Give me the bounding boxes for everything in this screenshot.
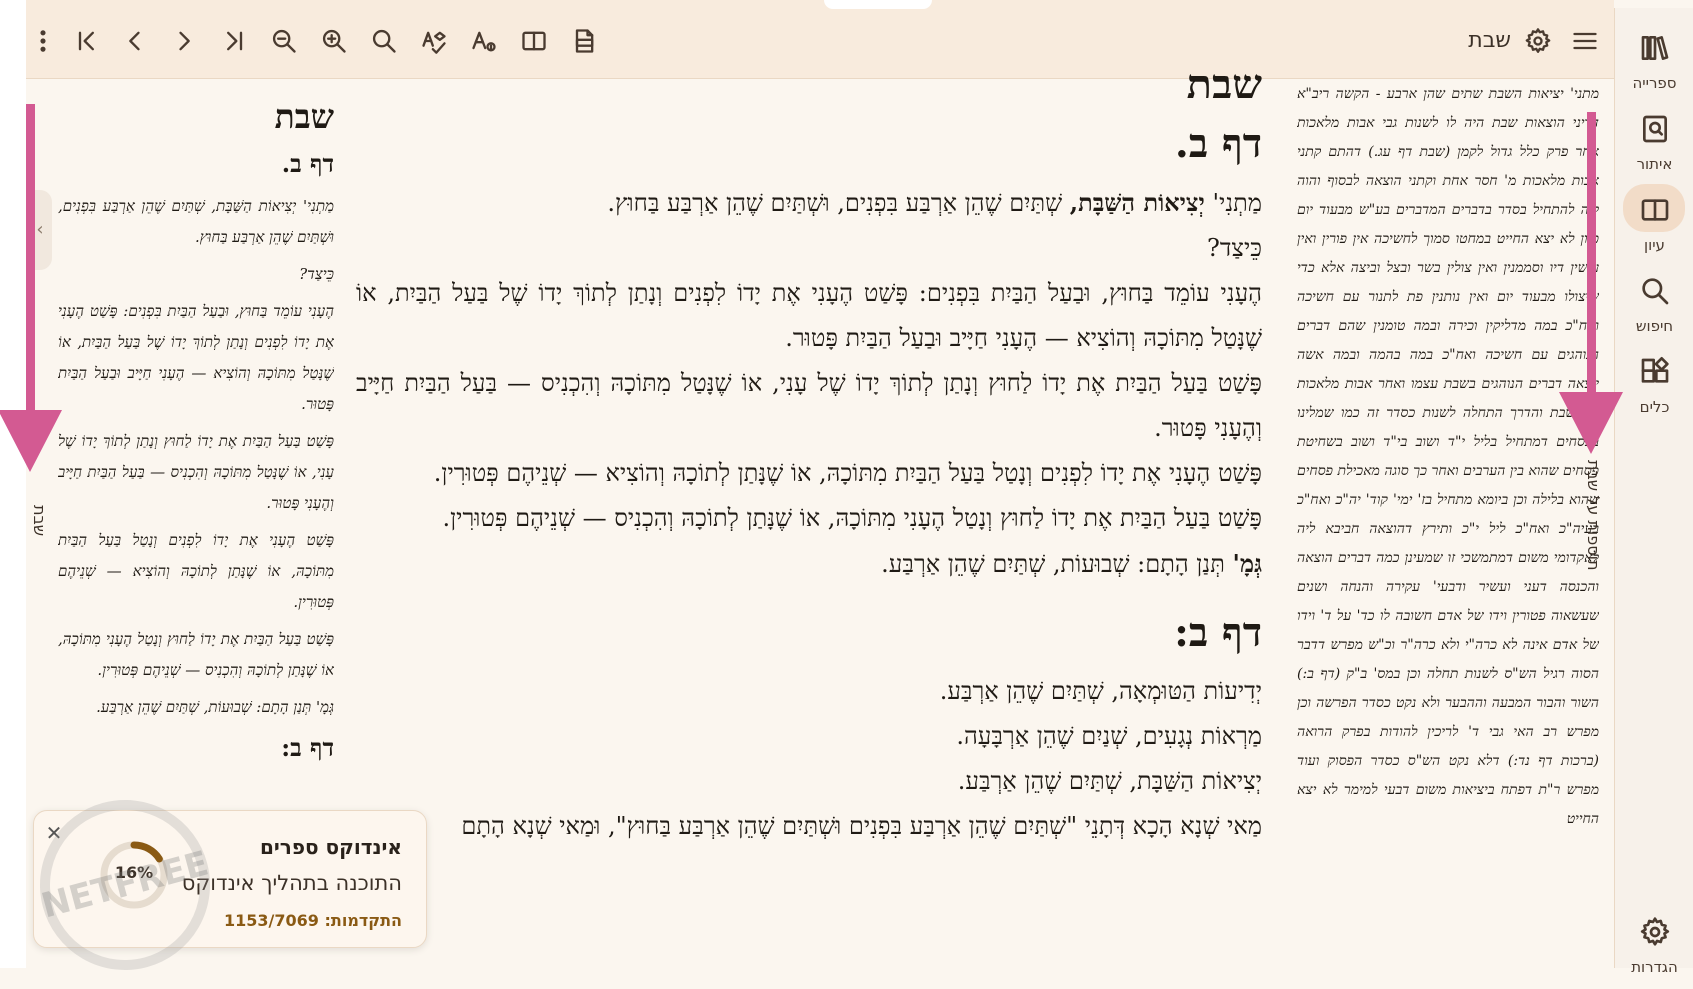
next-button[interactable] [167,24,201,58]
mishnah-prefix: מַתְנִי' [1212,189,1262,217]
zoom-in-button[interactable] [317,24,351,58]
right-commentary-pane: מתני' יציאות השבת שתים שהן ארבע - הקשה ר… [1297,80,1599,968]
pdf-button[interactable] [567,24,601,58]
daf-heading: דף ב. [1174,120,1262,167]
gemara-rest: תְּנַן הָתָם: שְׁבוּעוֹת, שְׁתַּיִם שֶׁה… [881,550,1225,578]
library-icon [1639,32,1671,64]
pink-arrow-right [1587,112,1596,402]
commentary-paragraph: כֵּיצַד? [299,265,334,283]
commentary-paragraph: פָּשַׁט בַּעַל הַבַּיִת אֶת יָדוֹ לַחוּץ… [58,432,334,512]
left-commentary-title: שבת [274,97,334,136]
commentary-paragraph: פָּשַׁט הֶעָנִי אֶת יָדוֹ לִפְנִים וְנָט… [58,531,334,611]
gemara-paragraph: גְּמָ' תְּנַן הָתָם: שְׁבוּעוֹת, שְׁתַּי… [356,541,1262,587]
tools-icon [1639,356,1671,388]
font-icon [472,31,496,52]
search-button[interactable] [367,24,401,58]
mishnah-paragraph: מַתְנִי' יְצִיאוֹת הַשַּׁבָּת, שְׁתַּיִם… [356,180,1262,226]
nav-locate[interactable]: איתור [1615,109,1693,181]
text-paragraph: פָּשַׁט בַּעַל הַבַּיִת אֶת יָדוֹ לַחוּץ… [442,504,1262,532]
locate-icon [1639,113,1671,145]
more-vertical-icon [40,30,46,52]
daf-heading: דף ב. [281,149,334,178]
text-paragraph: יְדִיעוֹת הַטּוּמְאָה, שְׁתַּיִם שֶׁהֵן … [939,677,1262,705]
nav-search-label: חיפוש [1635,317,1674,335]
last-page-button[interactable] [217,24,251,58]
text-paragraph: הֶעָנִי עוֹמֵד בַּחוּץ, וּבַעַל הַבַּיִת… [356,279,1262,352]
text-paragraph: כֵּיצַד? [1206,234,1262,262]
columns-button[interactable] [517,24,551,58]
nav-tools[interactable]: כלים [1615,352,1693,424]
settings-button[interactable] [1521,24,1555,58]
gemara-bold: גְּמָ' [1232,549,1263,578]
nav-settings[interactable]: הגדרות [1615,912,1693,984]
drag-notch[interactable] [824,0,932,9]
main-text-pane: שבת דף ב. מַתְנִי' יְצִיאוֹת הַשַּׁבָּת,… [356,60,1262,968]
toast-message: התוכנה בתהליך אינדוקס [181,871,402,895]
nav-library[interactable]: ספרייה [1615,28,1693,100]
nav-tools-label: כלים [1639,398,1670,416]
left-edge [0,0,26,968]
daf-heading: דף ב: [1174,609,1262,656]
book-columns-icon [522,31,546,51]
pink-arrow-left-head [0,410,62,472]
toast-title: אינדוקס ספרים [259,835,402,859]
nav-reading-label: עיון [1644,236,1665,254]
left-pane-label: שבת [30,505,49,537]
mishnah-rest: שְׁתַּיִם שֶׁהֵן אַרְבַּע בִּפְנִים, וּש… [607,189,1063,217]
chevron-right-icon [179,31,190,51]
close-icon[interactable]: ✕ [42,821,66,845]
commentary-paragraph: הֶעָנִי עוֹמֵד בַּחוּץ, וּבַעַל הַבַּיִת… [58,302,334,413]
more-menu-button[interactable] [26,24,60,58]
main-book-title: שבת [1186,60,1262,98]
spell-check-button[interactable] [417,24,451,58]
nav-library-label: ספרייה [1632,74,1677,92]
commentary-paragraph: פָּשַׁט בַּעַל הַבַּיִת אֶת יָדוֹ לַחוּץ… [58,630,334,679]
app-window: שבת ספרייה איתור עיון חיפוש כלים הגדרות … [0,0,1693,989]
gear-icon [1639,916,1671,948]
first-page-button[interactable] [70,24,104,58]
reading-icon [1639,194,1671,226]
pink-arrow-right-head [1559,392,1623,454]
spell-check-icon [422,31,446,54]
nav-settings-label: הגדרות [1631,958,1678,976]
mishnah-bold: יְצִיאוֹת הַשַּׁבָּת, [1069,188,1205,217]
zoom-in-icon [322,29,346,53]
commentary-text: מתני' יציאות השבת שתים שהן ארבע - הקשה ר… [1297,86,1599,827]
nav-reading[interactable]: עיון [1615,184,1693,262]
text-paragraph: יְצִיאוֹת הַשַּׁבָּת, שְׁתַּיִם שֶׁהֵן א… [957,767,1262,795]
first-page-icon [78,31,95,51]
book-title: שבת [1468,28,1511,53]
previous-button[interactable] [118,24,152,58]
commentary-paragraph: מַתְנִי' יְצִיאוֹת הַשַּׁבָּת, שְׁתַּיִם… [58,197,334,246]
pdf-icon [575,29,594,53]
text-paragraph: פָּשַׁט הֶעָנִי אֶת יָדוֹ לִפְנִים וְנָט… [433,459,1262,487]
nav-locate-label: איתור [1636,155,1673,173]
pink-arrow-left [26,104,35,424]
gear-icon [1525,28,1551,53]
text-paragraph: מַרְאוֹת נְגָעִים, שְׁנַיִם שֶׁהֵן אַרְב… [956,722,1262,750]
side-navigation: ספרייה איתור עיון חיפוש כלים הגדרות [1614,8,1693,976]
search-icon [1639,275,1671,307]
search-icon [372,29,396,53]
commentary-paragraph: גְּמָ' תְּנַן הָתָם: שְׁבוּעוֹת, שְׁתַּי… [96,698,334,716]
toast-progress: התקדמות: 1153/7069 [224,911,402,930]
zoom-out-icon [272,29,296,53]
last-page-icon [227,31,243,51]
chevron-left-icon [129,31,140,51]
hamburger-menu-icon [1573,32,1597,50]
indexing-toast: ✕ 16% אינדוקס ספרים התוכנה בתהליך אינדוק… [33,810,427,948]
text-paragraph: פָּשַׁט בַּעַל הַבַּיִת אֶת יָדוֹ לַחוּץ… [356,369,1262,442]
text-paragraph: מַאי שְׁנָא הָכָא דְּתָנֵי "שְׁתַּיִם שֶ… [461,812,1262,840]
daf-heading: דף ב: [281,733,334,762]
menu-button[interactable] [1568,24,1602,58]
progress-percent: 16% [114,863,154,882]
nav-search[interactable]: חיפוש [1615,271,1693,343]
font-button[interactable] [467,24,501,58]
right-pane-label: תוספות על שבת [1584,460,1603,571]
zoom-out-button[interactable] [267,24,301,58]
